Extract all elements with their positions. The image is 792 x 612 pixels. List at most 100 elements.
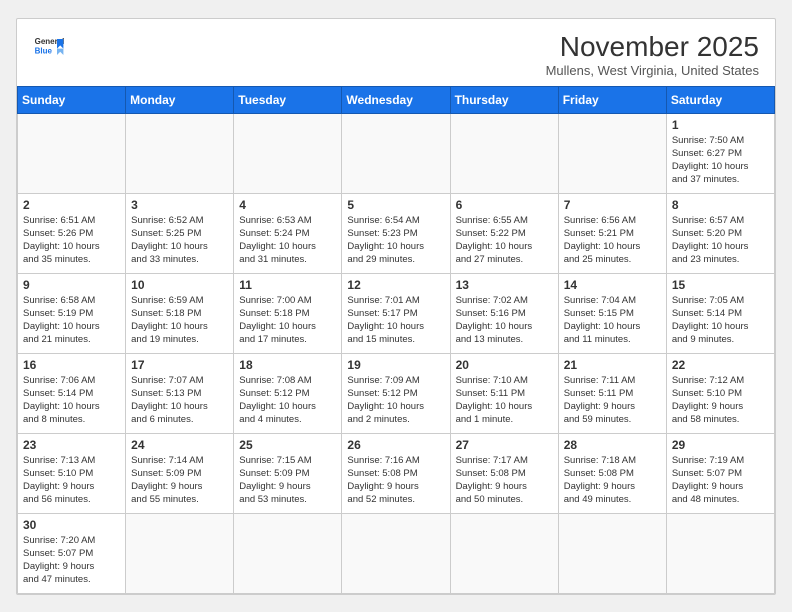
week-row-4: 16 Sunrise: 7:06 AM Sunset: 5:14 PM Dayli…: [18, 353, 775, 433]
header-monday: Monday: [126, 86, 234, 113]
day-cell-5-6: [666, 513, 774, 593]
header-wednesday: Wednesday: [342, 86, 450, 113]
day-cell-0-1: [126, 113, 234, 193]
calendar-container: General Blue November 2025 Mullens, West…: [16, 18, 776, 595]
day-info-25: Sunrise: 7:15 AM Sunset: 5:09 PM Dayligh…: [239, 454, 336, 507]
day-number-1: 1: [672, 118, 769, 132]
calendar-table: Sunday Monday Tuesday Wednesday Thursday…: [17, 86, 775, 594]
day-cell-4-4: 27Sunrise: 7:17 AM Sunset: 5:08 PM Dayli…: [450, 433, 558, 513]
day-info-5: Sunrise: 6:54 AM Sunset: 5:23 PM Dayligh…: [347, 214, 444, 267]
week-row-1: 1 Sunrise: 7:50 AM Sunset: 6:27 PM Daylig…: [18, 113, 775, 193]
day-cell-4-6: 29 Sunrise: 7:19 AM Sunset: 5:07 PM Dayli…: [666, 433, 774, 513]
day-cell-2-4: 13 Sunrise: 7:02 AM Sunset: 5:16 PM Dayli…: [450, 273, 558, 353]
day-cell-1-5: 7 Sunrise: 6:56 AM Sunset: 5:21 PM Daylig…: [558, 193, 666, 273]
day-number-11: 11: [239, 278, 336, 292]
day-info-10: Sunrise: 6:59 AM Sunset: 5:18 PM Dayligh…: [131, 294, 228, 347]
day-info-3: Sunrise: 6:52 AM Sunset: 5:25 PM Dayligh…: [131, 214, 228, 267]
day-cell-1-3: 5Sunrise: 6:54 AM Sunset: 5:23 PM Daylig…: [342, 193, 450, 273]
day-number-25: 25: [239, 438, 336, 452]
day-info-13: Sunrise: 7:02 AM Sunset: 5:16 PM Dayligh…: [456, 294, 553, 347]
week-row-5: 23 Sunrise: 7:13 AM Sunset: 5:10 PM Dayli…: [18, 433, 775, 513]
day-info-29: Sunrise: 7:19 AM Sunset: 5:07 PM Dayligh…: [672, 454, 769, 507]
day-number-14: 14: [564, 278, 661, 292]
day-number-27: 27: [456, 438, 553, 452]
day-cell-4-3: 26Sunrise: 7:16 AM Sunset: 5:08 PM Dayli…: [342, 433, 450, 513]
day-cell-3-1: 17 Sunrise: 7:07 AM Sunset: 5:13 PM Dayli…: [126, 353, 234, 433]
day-number-18: 18: [239, 358, 336, 372]
header-sunday: Sunday: [18, 86, 126, 113]
day-number-26: 26: [347, 438, 444, 452]
day-cell-4-0: 23 Sunrise: 7:13 AM Sunset: 5:10 PM Dayli…: [18, 433, 126, 513]
day-info-23: Sunrise: 7:13 AM Sunset: 5:10 PM Dayligh…: [23, 454, 120, 507]
day-number-10: 10: [131, 278, 228, 292]
week-row-3: 9 Sunrise: 6:58 AM Sunset: 5:19 PM Daylig…: [18, 273, 775, 353]
day-info-8: Sunrise: 6:57 AM Sunset: 5:20 PM Dayligh…: [672, 214, 769, 267]
week-row-2: 2Sunrise: 6:51 AM Sunset: 5:26 PM Daylig…: [18, 193, 775, 273]
day-info-17: Sunrise: 7:07 AM Sunset: 5:13 PM Dayligh…: [131, 374, 228, 427]
day-info-1: Sunrise: 7:50 AM Sunset: 6:27 PM Dayligh…: [672, 134, 769, 187]
week-row-6: 30 Sunrise: 7:20 AM Sunset: 5:07 PM Dayli…: [18, 513, 775, 593]
day-info-30: Sunrise: 7:20 AM Sunset: 5:07 PM Dayligh…: [23, 534, 120, 587]
day-cell-0-6: 1 Sunrise: 7:50 AM Sunset: 6:27 PM Daylig…: [666, 113, 774, 193]
day-cell-1-6: 8Sunrise: 6:57 AM Sunset: 5:20 PM Daylig…: [666, 193, 774, 273]
day-cell-5-0: 30 Sunrise: 7:20 AM Sunset: 5:07 PM Dayli…: [18, 513, 126, 593]
day-cell-5-1: [126, 513, 234, 593]
day-cell-1-4: 6Sunrise: 6:55 AM Sunset: 5:22 PM Daylig…: [450, 193, 558, 273]
month-title: November 2025: [546, 31, 759, 63]
day-number-7: 7: [564, 198, 661, 212]
day-number-20: 20: [456, 358, 553, 372]
day-number-23: 23: [23, 438, 120, 452]
day-cell-0-3: [342, 113, 450, 193]
general-blue-logo-icon: General Blue: [33, 31, 65, 63]
day-cell-4-5: 28 Sunrise: 7:18 AM Sunset: 5:08 PM Dayli…: [558, 433, 666, 513]
day-info-16: Sunrise: 7:06 AM Sunset: 5:14 PM Dayligh…: [23, 374, 120, 427]
day-number-9: 9: [23, 278, 120, 292]
day-cell-0-2: [234, 113, 342, 193]
day-cell-5-2: [234, 513, 342, 593]
header-tuesday: Tuesday: [234, 86, 342, 113]
day-number-28: 28: [564, 438, 661, 452]
day-info-19: Sunrise: 7:09 AM Sunset: 5:12 PM Dayligh…: [347, 374, 444, 427]
day-number-4: 4: [239, 198, 336, 212]
day-cell-2-6: 15 Sunrise: 7:05 AM Sunset: 5:14 PM Dayli…: [666, 273, 774, 353]
day-number-15: 15: [672, 278, 769, 292]
day-cell-2-2: 11 Sunrise: 7:00 AM Sunset: 5:18 PM Dayli…: [234, 273, 342, 353]
day-cell-5-5: [558, 513, 666, 593]
day-number-13: 13: [456, 278, 553, 292]
day-info-22: Sunrise: 7:12 AM Sunset: 5:10 PM Dayligh…: [672, 374, 769, 427]
day-info-28: Sunrise: 7:18 AM Sunset: 5:08 PM Dayligh…: [564, 454, 661, 507]
day-number-29: 29: [672, 438, 769, 452]
day-cell-3-5: 21Sunrise: 7:11 AM Sunset: 5:11 PM Dayli…: [558, 353, 666, 433]
day-cell-4-1: 24Sunrise: 7:14 AM Sunset: 5:09 PM Dayli…: [126, 433, 234, 513]
day-info-7: Sunrise: 6:56 AM Sunset: 5:21 PM Dayligh…: [564, 214, 661, 267]
day-info-15: Sunrise: 7:05 AM Sunset: 5:14 PM Dayligh…: [672, 294, 769, 347]
day-cell-1-0: 2Sunrise: 6:51 AM Sunset: 5:26 PM Daylig…: [18, 193, 126, 273]
day-cell-0-4: [450, 113, 558, 193]
header-friday: Friday: [558, 86, 666, 113]
day-cell-2-5: 14 Sunrise: 7:04 AM Sunset: 5:15 PM Dayli…: [558, 273, 666, 353]
day-cell-3-2: 18 Sunrise: 7:08 AM Sunset: 5:12 PM Dayli…: [234, 353, 342, 433]
day-info-11: Sunrise: 7:00 AM Sunset: 5:18 PM Dayligh…: [239, 294, 336, 347]
day-info-20: Sunrise: 7:10 AM Sunset: 5:11 PM Dayligh…: [456, 374, 553, 427]
day-cell-1-1: 3Sunrise: 6:52 AM Sunset: 5:25 PM Daylig…: [126, 193, 234, 273]
day-number-19: 19: [347, 358, 444, 372]
location-subtitle: Mullens, West Virginia, United States: [546, 63, 759, 78]
day-info-24: Sunrise: 7:14 AM Sunset: 5:09 PM Dayligh…: [131, 454, 228, 507]
day-cell-4-2: 25 Sunrise: 7:15 AM Sunset: 5:09 PM Dayli…: [234, 433, 342, 513]
day-number-16: 16: [23, 358, 120, 372]
day-cell-5-3: [342, 513, 450, 593]
day-cell-1-2: 4 Sunrise: 6:53 AM Sunset: 5:24 PM Daylig…: [234, 193, 342, 273]
day-info-12: Sunrise: 7:01 AM Sunset: 5:17 PM Dayligh…: [347, 294, 444, 347]
day-number-17: 17: [131, 358, 228, 372]
day-info-14: Sunrise: 7:04 AM Sunset: 5:15 PM Dayligh…: [564, 294, 661, 347]
day-info-9: Sunrise: 6:58 AM Sunset: 5:19 PM Dayligh…: [23, 294, 120, 347]
day-number-22: 22: [672, 358, 769, 372]
day-number-30: 30: [23, 518, 120, 532]
svg-text:Blue: Blue: [35, 46, 53, 55]
day-info-4: Sunrise: 6:53 AM Sunset: 5:24 PM Dayligh…: [239, 214, 336, 267]
day-number-2: 2: [23, 198, 120, 212]
day-info-6: Sunrise: 6:55 AM Sunset: 5:22 PM Dayligh…: [456, 214, 553, 267]
day-cell-2-3: 12Sunrise: 7:01 AM Sunset: 5:17 PM Dayli…: [342, 273, 450, 353]
day-info-18: Sunrise: 7:08 AM Sunset: 5:12 PM Dayligh…: [239, 374, 336, 427]
day-cell-3-6: 22 Sunrise: 7:12 AM Sunset: 5:10 PM Dayli…: [666, 353, 774, 433]
